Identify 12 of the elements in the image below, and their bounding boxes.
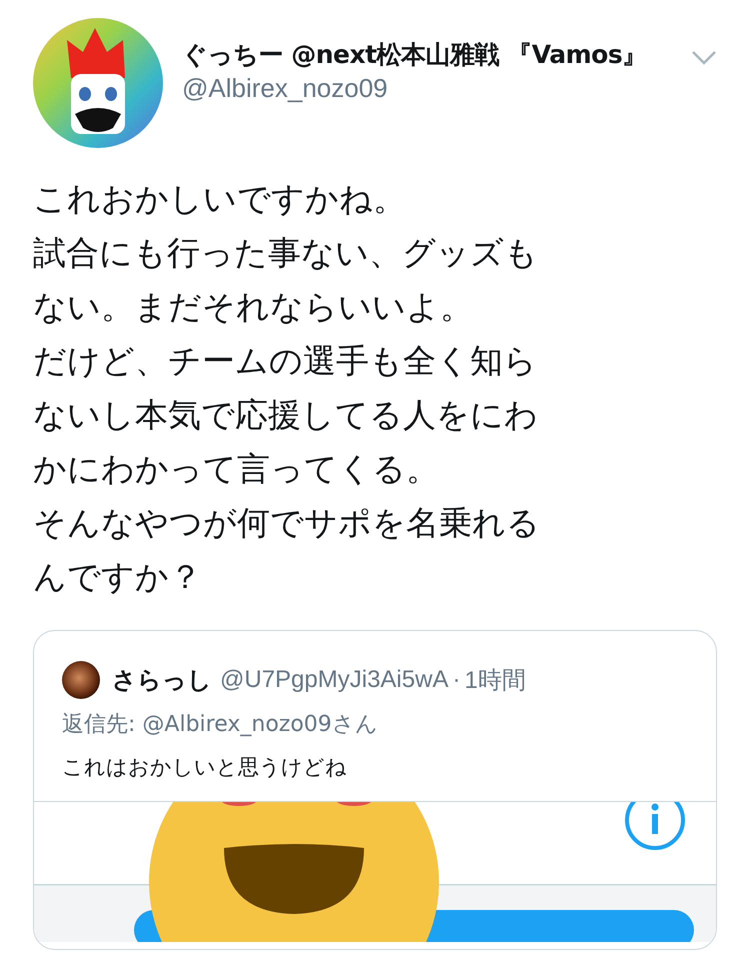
tweet-text: これおかしいですかね。 試合にも行った事ない、グッズも ない。まだそれならいいよ。 だけど、チームの選手も全く知ら ないし本気で応援してる人をにわ かにわかって言ってくる。 そんなやつが何でサポを名乗れる んですか？ [33, 178, 541, 598]
reply-to-text: 返信先: @Albirex_nozo09さん [61, 711, 379, 739]
timestamp: 1時間 [464, 666, 526, 696]
avatar-icon [62, 661, 100, 699]
display-name: さらっし [112, 665, 212, 696]
avatar-icon[interactable] [33, 18, 163, 148]
user-handle: @Albirex_nozo09 [182, 73, 389, 104]
display-name: ぐっちー @next松本山雅戦 『Vamos』 [182, 39, 648, 71]
user-handle: @U7PgpMyJi3Ai5wA [220, 666, 448, 694]
quoted-text: これはおかしいと思うけどね [61, 754, 348, 781]
quoted-tweet-card[interactable]: さらっし @U7PgpMyJi3Ai5wA · 1時間 返信先: @Albirex_nozo09さん これはおかしいと思うけどね [33, 630, 717, 950]
separator-dot: · [452, 666, 460, 694]
